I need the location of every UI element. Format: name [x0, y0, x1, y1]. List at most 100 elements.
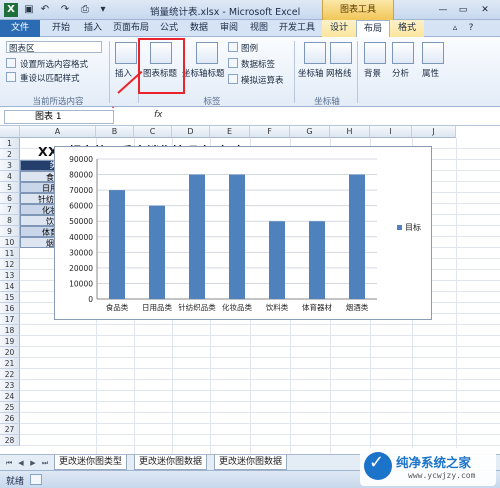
axes-button[interactable]: 坐标轴 — [298, 67, 324, 79]
column-header[interactable]: A — [20, 126, 96, 138]
column-header[interactable]: F — [250, 126, 290, 138]
row-header[interactable]: 1 — [0, 138, 20, 149]
tab-developer[interactable]: 开发工具 — [274, 20, 320, 37]
row-header[interactable]: 4 — [0, 171, 20, 182]
gridlines-button[interactable]: 网格线 — [326, 67, 352, 79]
formula-bar: 图表 1 fx — [0, 108, 500, 126]
gridline — [20, 401, 500, 402]
background-button[interactable]: 背景 — [364, 67, 381, 79]
row-header[interactable]: 11 — [0, 248, 20, 259]
gridline — [20, 423, 500, 424]
sheet-tab-3[interactable]: 更改迷你图数据 — [214, 455, 288, 470]
row-header[interactable]: 24 — [0, 391, 20, 402]
row-header[interactable]: 21 — [0, 358, 20, 369]
axis-titles-button[interactable]: 坐标轴标题 — [182, 67, 225, 79]
insert-button[interactable]: 插入 — [115, 67, 132, 79]
minimize-icon[interactable]: — — [436, 3, 450, 17]
row-header[interactable]: 13 — [0, 270, 20, 281]
row-header[interactable]: 17 — [0, 314, 20, 325]
row-header[interactable]: 10 — [0, 237, 20, 248]
group-label-labels: 标签 — [203, 97, 221, 107]
tab-design[interactable]: 设计 — [322, 20, 356, 37]
reset-style-button[interactable]: 重设以匹配样式 — [20, 72, 80, 84]
y-tick-label: 90000 — [69, 155, 93, 164]
name-box[interactable]: 图表 1 — [4, 110, 114, 124]
gridline — [20, 346, 500, 347]
column-header[interactable]: G — [290, 126, 330, 138]
row-header[interactable]: 8 — [0, 215, 20, 226]
row-header[interactable]: 18 — [0, 325, 20, 336]
row-header[interactable]: 19 — [0, 336, 20, 347]
column-header[interactable]: D — [172, 126, 210, 138]
column-header[interactable]: E — [210, 126, 250, 138]
column-header[interactable]: I — [370, 126, 412, 138]
row-header[interactable]: 15 — [0, 292, 20, 303]
group-label-axes: 坐标轴 — [314, 97, 340, 107]
tab-file[interactable]: 文件 — [0, 20, 40, 37]
row-header[interactable]: 9 — [0, 226, 20, 237]
tab-review[interactable]: 审阅 — [214, 20, 244, 37]
column-header[interactable]: H — [330, 126, 370, 138]
save-icon[interactable]: ▣ — [22, 3, 36, 17]
prev-sheet-icon[interactable]: ◀ — [16, 458, 26, 468]
chart-element-dropdown[interactable]: 图表区 — [6, 41, 102, 54]
sheet-tab-2[interactable]: 更改迷你图数据 — [134, 455, 208, 470]
last-sheet-icon[interactable]: ⏭ — [40, 458, 50, 468]
row-header[interactable]: 20 — [0, 347, 20, 358]
row-header[interactable]: 12 — [0, 259, 20, 270]
gridline — [20, 412, 500, 413]
customize-toolbar-icon[interactable]: ▾ — [96, 3, 110, 17]
row-header[interactable]: 27 — [0, 424, 20, 435]
row-header[interactable]: 28 — [0, 435, 20, 446]
properties-button[interactable]: 属性 — [422, 67, 439, 79]
minimize-ribbon-icon[interactable]: ▵ — [448, 20, 462, 37]
axes-icon — [304, 42, 326, 64]
row-header[interactable]: 16 — [0, 303, 20, 314]
tab-insert[interactable]: 插入 — [78, 20, 108, 37]
row-header[interactable]: 5 — [0, 182, 20, 193]
data-table-button[interactable]: 模拟运算表 — [241, 74, 284, 86]
row-header[interactable]: 22 — [0, 369, 20, 380]
row-header[interactable]: 14 — [0, 281, 20, 292]
legend-button[interactable]: 图例 — [241, 42, 258, 54]
reset-style-icon — [6, 72, 16, 82]
column-header[interactable]: B — [96, 126, 134, 138]
data-labels-button[interactable]: 数据标签 — [241, 58, 275, 70]
row-header[interactable]: 2 — [0, 149, 20, 160]
column-header[interactable]: J — [412, 126, 456, 138]
tab-home[interactable]: 开始 — [46, 20, 76, 37]
y-tick-label: 80000 — [69, 171, 93, 180]
tab-format[interactable]: 格式 — [390, 20, 424, 37]
column-header[interactable]: C — [134, 126, 172, 138]
redo-icon[interactable]: ↷ — [58, 3, 72, 17]
tab-formulas[interactable]: 公式 — [154, 20, 184, 37]
tab-view[interactable]: 视图 — [244, 20, 274, 37]
excel-logo-icon: X — [4, 3, 18, 17]
close-icon[interactable]: ✕ — [478, 3, 492, 17]
bar — [349, 174, 365, 299]
print-preview-icon[interactable]: ⎙ — [78, 3, 92, 17]
sheet-tab-1[interactable]: 更改迷你图类型 — [54, 455, 128, 470]
gridline — [20, 379, 500, 380]
row-header[interactable]: 7 — [0, 204, 20, 215]
next-sheet-icon[interactable]: ▶ — [28, 458, 38, 468]
maximize-icon[interactable]: ▭ — [456, 3, 470, 17]
insert-function-icon[interactable]: fx — [154, 110, 163, 120]
row-header[interactable]: 25 — [0, 402, 20, 413]
separator — [109, 41, 110, 103]
help-icon[interactable]: ? — [464, 20, 478, 37]
row-header[interactable]: 26 — [0, 413, 20, 424]
row-header[interactable]: 23 — [0, 380, 20, 391]
undo-icon[interactable]: ↶ — [38, 3, 52, 17]
tab-data[interactable]: 数据 — [184, 20, 214, 37]
tab-layout[interactable]: 布局 — [356, 20, 390, 38]
select-all-corner[interactable] — [0, 126, 20, 138]
macro-record-icon[interactable] — [30, 474, 42, 485]
format-selection-button[interactable]: 设置所选内容格式 — [20, 58, 88, 70]
row-header[interactable]: 3 — [0, 160, 20, 171]
first-sheet-icon[interactable]: ⏮ — [4, 458, 14, 468]
analysis-button[interactable]: 分析 — [392, 67, 409, 79]
row-header[interactable]: 6 — [0, 193, 20, 204]
tab-page-layout[interactable]: 页面布局 — [108, 20, 154, 37]
bar-chart[interactable]: 0 10000 20000 30000 40000 50000 60000 70000 8000… — [54, 146, 432, 320]
